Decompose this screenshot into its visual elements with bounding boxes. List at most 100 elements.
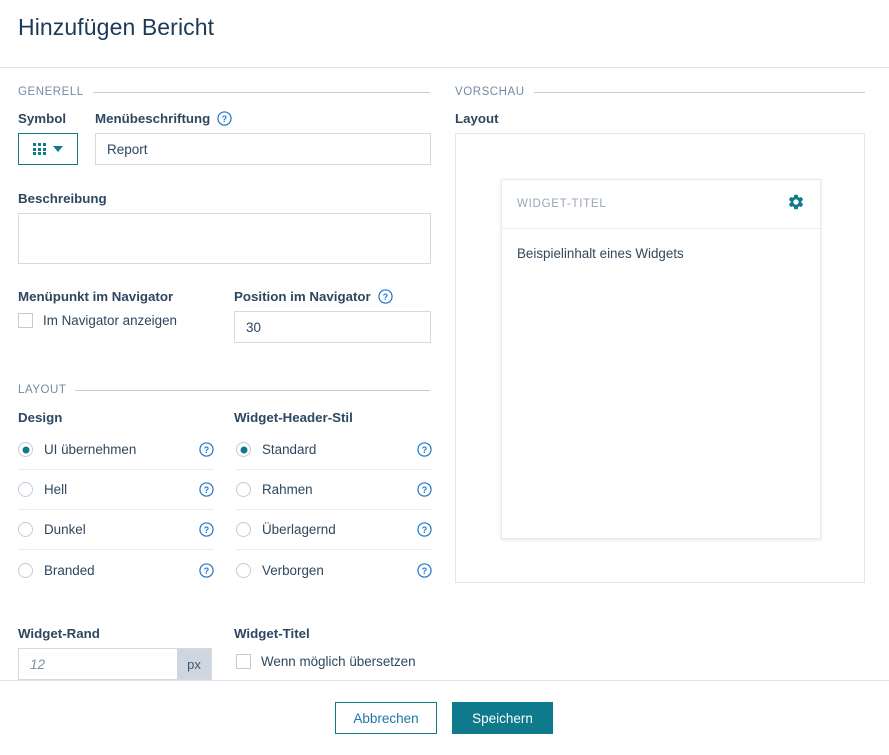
symbol-picker-button[interactable] bbox=[18, 133, 78, 165]
radio-icon bbox=[236, 522, 251, 537]
widget-translate-checkbox[interactable] bbox=[236, 654, 251, 669]
save-button[interactable]: Speichern bbox=[452, 702, 553, 734]
navigator-item-label: Menüpunkt im Navigator bbox=[18, 289, 173, 304]
help-circle-icon[interactable]: ? bbox=[417, 522, 432, 537]
help-circle-icon[interactable]: ? bbox=[417, 562, 432, 578]
preview-layout-label: Layout bbox=[455, 111, 499, 126]
preview-layout-label-text: Layout bbox=[455, 111, 499, 126]
navigator-position-label-text: Position im Navigator bbox=[234, 289, 371, 304]
navigator-position-label: Position im Navigator ? bbox=[234, 289, 393, 304]
preview-widget-content: Beispielinhalt eines Widgets bbox=[517, 246, 684, 261]
help-circle-icon[interactable]: ? bbox=[199, 522, 214, 537]
help-circle-icon[interactable]: ? bbox=[378, 289, 393, 304]
cancel-button[interactable]: Abbrechen bbox=[335, 702, 437, 734]
widget-margin-unit: px bbox=[177, 649, 211, 679]
preview-widget-card: WIDGET-TITEL Beispielinhalt eines Widget… bbox=[501, 179, 821, 539]
description-textarea[interactable] bbox=[18, 213, 431, 264]
help-circle-icon[interactable]: ? bbox=[199, 442, 214, 457]
section-header-preview: VORSCHAU bbox=[455, 86, 865, 98]
design-option-label: Dunkel bbox=[44, 522, 86, 537]
svg-text:?: ? bbox=[204, 445, 209, 455]
widget-margin-field[interactable]: px bbox=[18, 648, 212, 680]
svg-text:?: ? bbox=[222, 114, 227, 124]
design-label: Design bbox=[18, 410, 62, 425]
design-radio-group: UI übernehmen ? Hell ? Dunkel ? Branded … bbox=[18, 430, 214, 590]
menu-caption-label: Menübeschriftung ? bbox=[95, 111, 232, 126]
widget-header-style-label-text: Widget-Header-Stil bbox=[234, 410, 353, 425]
widget-margin-label: Widget-Rand bbox=[18, 626, 100, 641]
section-header-layout: LAYOUT bbox=[18, 384, 430, 396]
preview-canvas: WIDGET-TITEL Beispielinhalt eines Widget… bbox=[455, 133, 865, 583]
help-circle-icon[interactable]: ? bbox=[199, 562, 214, 578]
navigator-position-input[interactable] bbox=[234, 311, 431, 343]
description-label-text: Beschreibung bbox=[18, 191, 107, 206]
grid-3x3-icon bbox=[33, 142, 46, 156]
svg-text:?: ? bbox=[204, 565, 209, 575]
radio-icon bbox=[236, 442, 251, 457]
widget-translate-label: Wenn möglich übersetzen bbox=[261, 654, 416, 669]
navigator-show-label: Im Navigator anzeigen bbox=[43, 313, 177, 328]
widget-header-style-option-label: Standard bbox=[262, 442, 317, 457]
svg-text:?: ? bbox=[382, 292, 387, 302]
footer-divider bbox=[0, 680, 889, 681]
section-header-general: GENERELL bbox=[18, 86, 430, 98]
widget-margin-input[interactable] bbox=[19, 649, 177, 679]
navigator-show-checkbox[interactable] bbox=[18, 313, 33, 328]
svg-text:?: ? bbox=[422, 485, 427, 495]
svg-text:?: ? bbox=[422, 565, 427, 575]
widget-title-label: Widget-Titel bbox=[234, 626, 310, 641]
widget-header-style-option-ueberlagernd[interactable]: Überlagernd ? bbox=[236, 510, 432, 550]
svg-text:?: ? bbox=[204, 525, 209, 535]
radio-icon bbox=[18, 442, 33, 457]
menu-caption-input[interactable] bbox=[95, 133, 431, 165]
symbol-label-text: Symbol bbox=[18, 111, 67, 126]
widget-header-style-option-label: Rahmen bbox=[262, 482, 313, 497]
widget-translate-checkbox-row[interactable]: Wenn möglich übersetzen bbox=[236, 654, 416, 669]
widget-header-style-radio-group: Standard ? Rahmen ? Überlagernd ? Verbor… bbox=[236, 430, 432, 590]
help-circle-icon[interactable]: ? bbox=[417, 442, 432, 457]
design-option-hell[interactable]: Hell ? bbox=[18, 470, 214, 510]
symbol-label: Symbol bbox=[18, 111, 66, 126]
widget-header-style-option-label: Überlagernd bbox=[262, 522, 336, 537]
widget-header-style-option-standard[interactable]: Standard ? bbox=[236, 430, 432, 470]
section-header-general-label: GENERELL bbox=[18, 86, 84, 98]
design-option-label: UI übernehmen bbox=[44, 442, 137, 457]
description-label: Beschreibung bbox=[18, 191, 107, 206]
navigator-show-checkbox-row[interactable]: Im Navigator anzeigen bbox=[18, 313, 177, 328]
design-option-branded[interactable]: Branded ? bbox=[18, 550, 214, 590]
preview-widget-header: WIDGET-TITEL bbox=[502, 180, 820, 229]
section-header-layout-label: LAYOUT bbox=[18, 384, 67, 396]
widget-header-style-option-label: Verborgen bbox=[262, 562, 324, 578]
design-option-label: Hell bbox=[44, 482, 68, 497]
design-option-label: Branded bbox=[44, 562, 95, 578]
radio-icon bbox=[236, 482, 251, 497]
section-header-preview-rule bbox=[533, 91, 865, 93]
svg-text:?: ? bbox=[204, 485, 209, 495]
widget-header-style-option-rahmen[interactable]: Rahmen ? bbox=[236, 470, 432, 510]
widget-title-label-text: Widget-Titel bbox=[234, 626, 310, 641]
widget-header-style-label: Widget-Header-Stil bbox=[234, 410, 353, 425]
menu-caption-label-text: Menübeschriftung bbox=[95, 111, 211, 126]
help-circle-icon[interactable]: ? bbox=[199, 482, 214, 497]
svg-text:?: ? bbox=[422, 445, 427, 455]
page-title: Hinzufügen Bericht bbox=[18, 14, 215, 40]
help-circle-icon[interactable]: ? bbox=[217, 111, 232, 126]
section-header-layout-rule bbox=[75, 389, 430, 391]
svg-text:?: ? bbox=[422, 525, 427, 535]
design-option-dunkel[interactable]: Dunkel ? bbox=[18, 510, 214, 550]
radio-icon bbox=[18, 482, 33, 497]
radio-icon bbox=[236, 562, 251, 578]
chevron-down-icon bbox=[52, 146, 63, 152]
widget-margin-label-text: Widget-Rand bbox=[18, 626, 100, 641]
design-label-text: Design bbox=[18, 410, 63, 425]
radio-icon bbox=[18, 522, 33, 537]
header-divider bbox=[0, 67, 889, 68]
add-report-dialog: Hinzufügen Bericht GENERELL Symbol Menüb… bbox=[0, 0, 889, 755]
navigator-item-label-text: Menüpunkt im Navigator bbox=[18, 289, 174, 304]
preview-widget-title: WIDGET-TITEL bbox=[517, 198, 607, 210]
help-circle-icon[interactable]: ? bbox=[417, 482, 432, 497]
gear-icon[interactable] bbox=[787, 193, 805, 216]
widget-header-style-option-verborgen[interactable]: Verborgen ? bbox=[236, 550, 432, 590]
radio-icon bbox=[18, 562, 33, 578]
design-option-ui-uebernehmen[interactable]: UI übernehmen ? bbox=[18, 430, 214, 470]
